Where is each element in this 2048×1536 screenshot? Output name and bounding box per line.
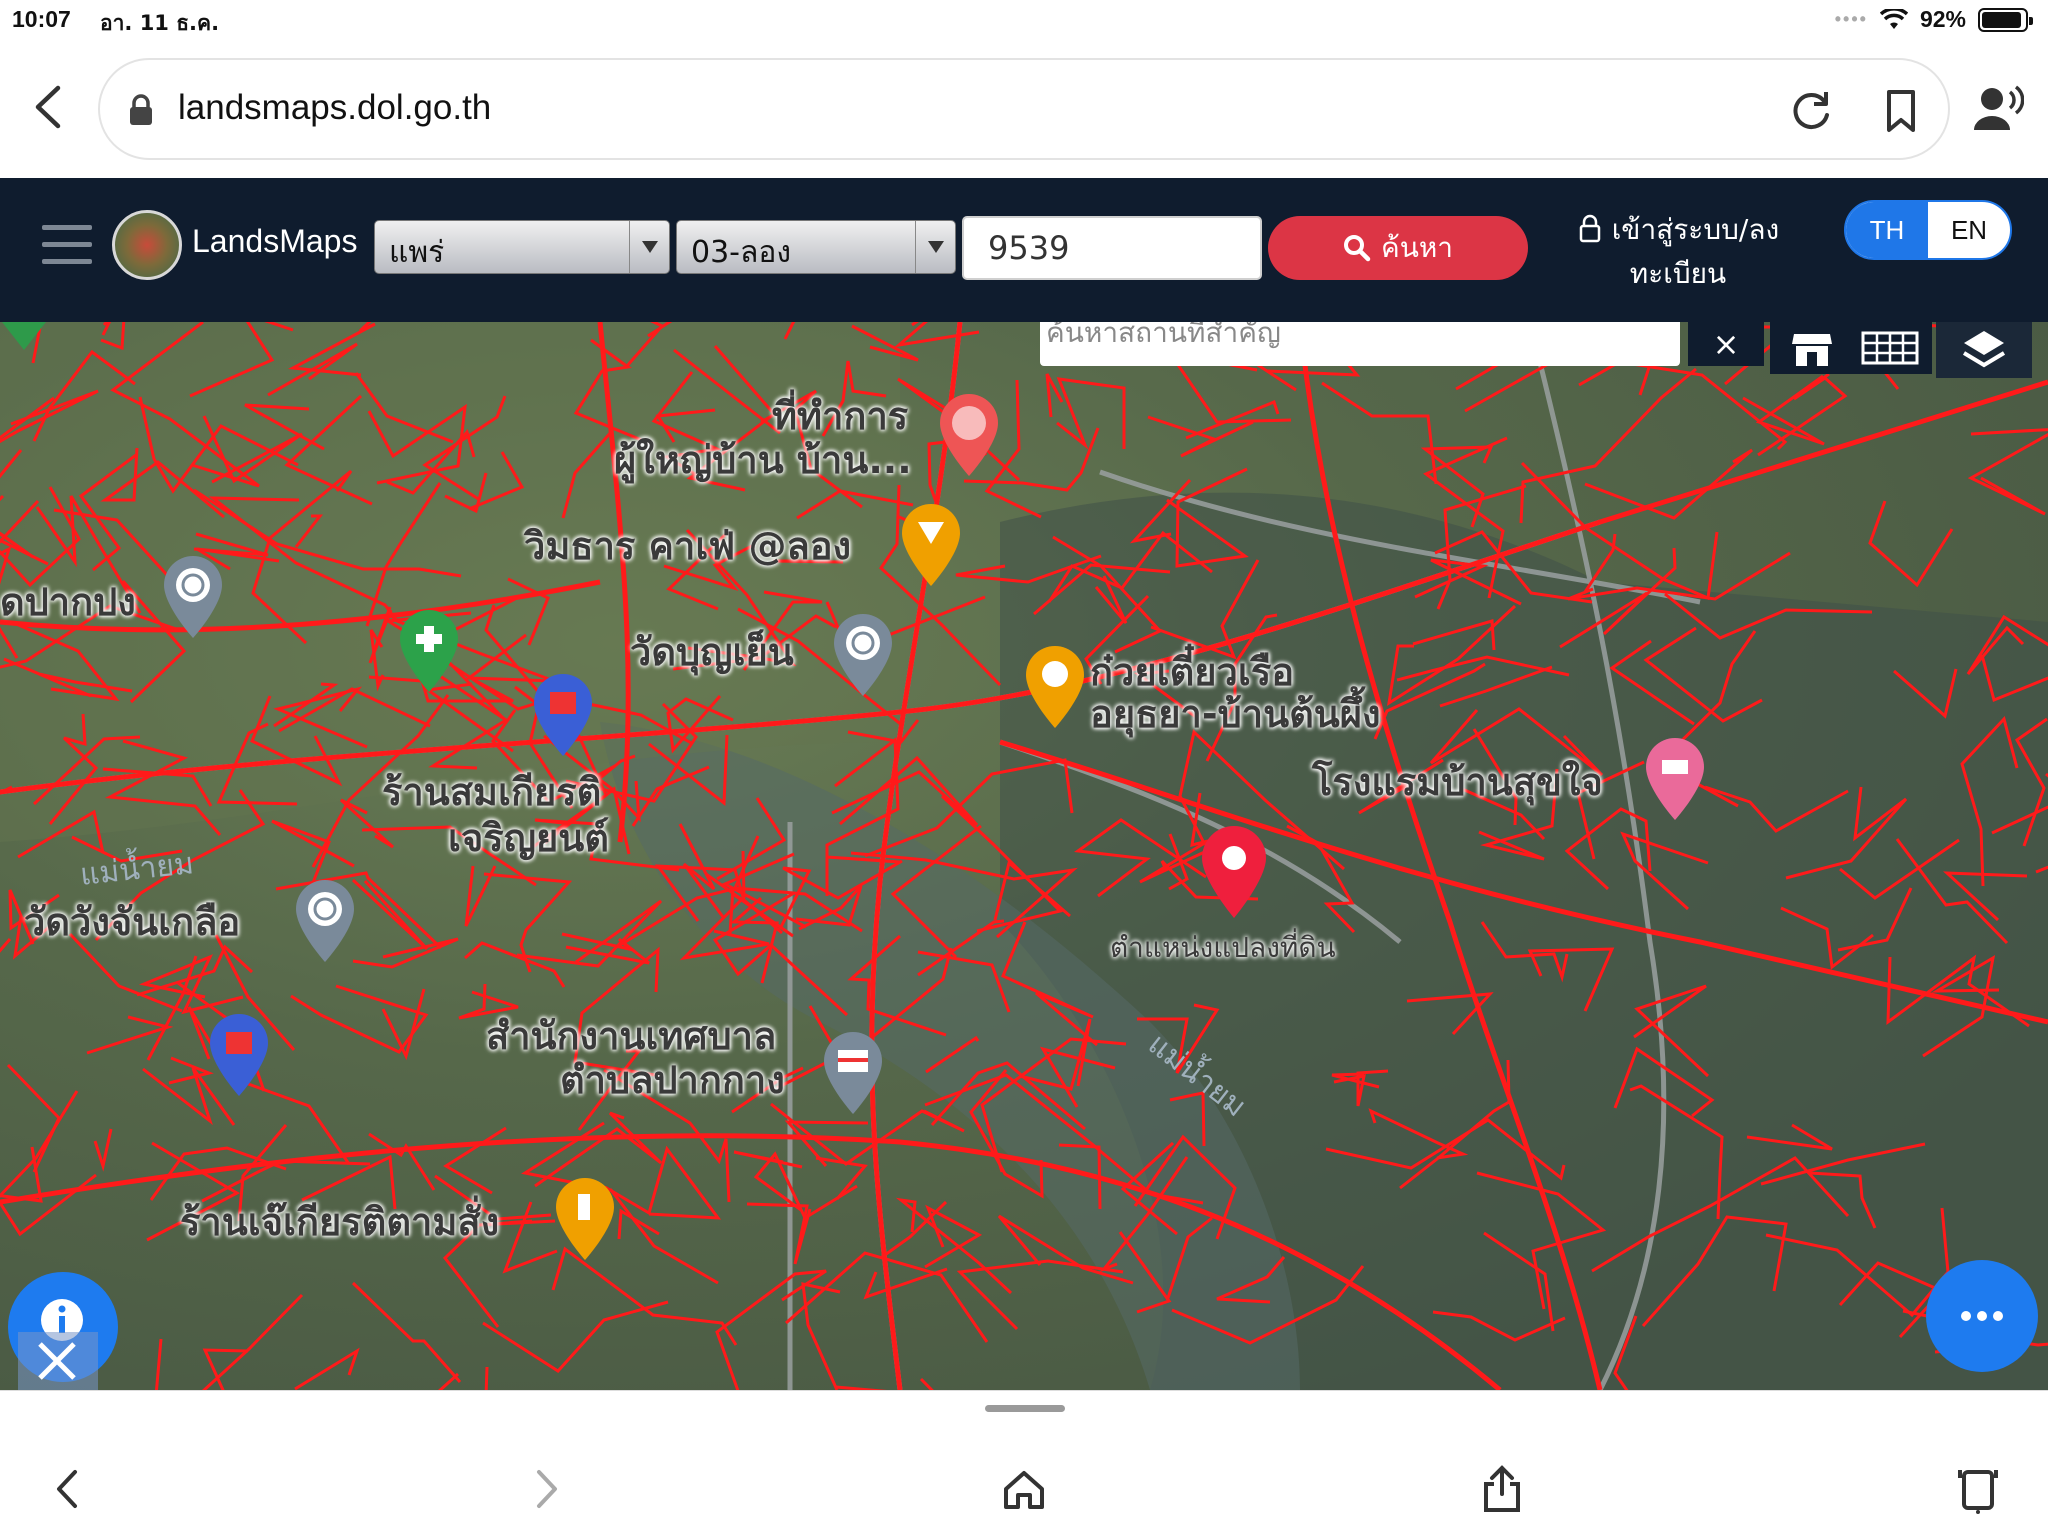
status-indicators: •••• 92% (1834, 6, 2033, 33)
parcel-location-pin-icon[interactable] (1198, 824, 1270, 920)
app-name: LandsMaps (192, 223, 358, 259)
store-icon[interactable] (1770, 322, 1854, 374)
signal-dots-icon: •••• (1834, 9, 1868, 29)
land-department-logo (112, 210, 182, 280)
battery-icon (1978, 7, 2033, 32)
school-pin-icon[interactable] (530, 672, 596, 758)
home-icon[interactable] (996, 1461, 1052, 1517)
lang-th-button[interactable]: TH (1846, 202, 1928, 258)
temple-pin-icon[interactable] (830, 612, 896, 698)
share-icon[interactable] (1474, 1461, 1530, 1517)
restaurant-pin-icon[interactable] (1022, 644, 1088, 730)
grid-icon[interactable] (1848, 322, 1932, 374)
status-time: 10:07 (12, 6, 71, 32)
layers-icon[interactable] (1936, 322, 2032, 378)
measure-tool-button[interactable] (18, 1332, 98, 1390)
forward-icon[interactable] (518, 1461, 574, 1517)
close-icon[interactable]: × (1688, 322, 1764, 366)
poi-label[interactable]: ก๋วยเตี๋ยวเรือ (1090, 650, 1294, 694)
district-value: 03-ลอง (691, 235, 792, 270)
wifi-icon (1879, 8, 1908, 29)
hotel-pin-icon[interactable] (1642, 736, 1708, 822)
poi-label[interactable]: ดปากปง (0, 580, 136, 624)
menu-icon[interactable] (42, 225, 92, 265)
back-icon[interactable] (40, 1461, 96, 1517)
profile-icon[interactable] (1972, 84, 2024, 134)
restaurant-pin-icon[interactable] (552, 1176, 618, 1262)
poi-label[interactable]: วัดวังจันเกลือ (24, 900, 240, 944)
bookmark-icon[interactable] (1874, 84, 1928, 138)
map-view[interactable]: ค้นหาสถานที่สำคัญ × ตำแหน่งแปลงที่ดิน ที… (0, 322, 2048, 1390)
lock-icon (1579, 214, 1601, 243)
status-bar: 10:07 อา. 11 ธ.ค. •••• 92% (0, 0, 2048, 44)
poi-search-placeholder: ค้นหาสถานที่สำคัญ (1046, 322, 1281, 349)
battery-percent: 92% (1919, 6, 1966, 32)
chevron-down-icon (629, 221, 669, 273)
drag-handle[interactable] (985, 1405, 1065, 1412)
poi-label[interactable]: ร้านเจ๊เกียรติตามสั่ง (180, 1200, 499, 1244)
poi-label[interactable]: วิมธาร คาเฟ่ @ลอง (524, 524, 851, 568)
status-date: อา. 11 ธ.ค. (100, 11, 220, 35)
poi-search-input[interactable]: ค้นหาสถานที่สำคัญ (1040, 322, 1680, 366)
parcel-number-value: 9539 (988, 229, 1070, 267)
province-select[interactable]: แพร่ (374, 220, 670, 274)
poi-label[interactable]: โรงแรมบ้านสุขใจ (1312, 760, 1603, 804)
login-label: เข้าสู่ระบบ/ลงทะเบียน (1611, 213, 1780, 290)
poi-label[interactable]: ที่ทำการ (772, 394, 908, 438)
poi-label[interactable]: เจริญยนต์ (448, 816, 609, 860)
parcel-location-label: ตำแหน่งแปลงที่ดิน (1110, 931, 1336, 964)
language-toggle[interactable]: TH EN (1844, 200, 2012, 260)
cafe-pin-icon[interactable] (898, 502, 964, 588)
poi-label[interactable]: สำนักงานเทศบาล (486, 1014, 776, 1058)
parcel-number-input[interactable]: 9539 (962, 216, 1262, 280)
chevron-down-icon (915, 221, 955, 273)
temple-pin-icon[interactable] (160, 554, 226, 640)
lang-en-button[interactable]: EN (1928, 202, 2010, 258)
more-options-button[interactable] (1926, 1260, 2038, 1372)
clear-label: × (1712, 325, 1740, 363)
search-icon (1343, 235, 1371, 262)
district-select[interactable]: 03-ลอง (676, 220, 956, 274)
map-pin-icon[interactable] (0, 322, 48, 370)
app-header: LandsMaps แพร่ 03-ลอง 9539 ค้นหา เข้าสู่… (0, 178, 2048, 322)
poi-label[interactable]: ผู้ใหญ่บ้าน บ้าน... (614, 438, 912, 482)
reload-icon[interactable] (1784, 84, 1838, 138)
search-label: ค้นหา (1380, 231, 1454, 264)
search-button[interactable]: ค้นหา (1268, 216, 1528, 280)
province-value: แพร่ (389, 235, 445, 270)
poi-label[interactable]: วัดบุญเย็น (630, 630, 794, 674)
browser-bottom-toolbar (0, 1390, 2048, 1536)
tabs-icon[interactable] (1950, 1461, 2006, 1517)
poi-label[interactable]: อยุธยา-บ้านต้นผึ้ง (1090, 692, 1381, 736)
poi-label[interactable]: ร้านสมเกียรติ (382, 770, 601, 814)
ruler-pencil-icon (38, 1342, 76, 1380)
login-link[interactable]: เข้าสู่ระบบ/ลงทะเบียน (1568, 208, 1788, 296)
lock-icon (130, 94, 152, 125)
url-text: landsmaps.dol.go.th (178, 88, 492, 127)
hospital-pin-icon[interactable] (396, 608, 462, 694)
more-icon (1961, 1311, 2003, 1321)
temple-pin-icon[interactable] (936, 392, 1002, 478)
back-icon[interactable] (28, 82, 72, 132)
address-bar[interactable]: landsmaps.dol.go.th (98, 58, 1950, 160)
school-pin-icon[interactable] (206, 1012, 272, 1098)
government-pin-icon[interactable] (820, 1030, 886, 1116)
temple-pin-icon[interactable] (292, 878, 358, 964)
poi-label[interactable]: ตำบลปากกาง (560, 1058, 785, 1102)
browser-bar: landsmaps.dol.go.th (0, 44, 2048, 178)
